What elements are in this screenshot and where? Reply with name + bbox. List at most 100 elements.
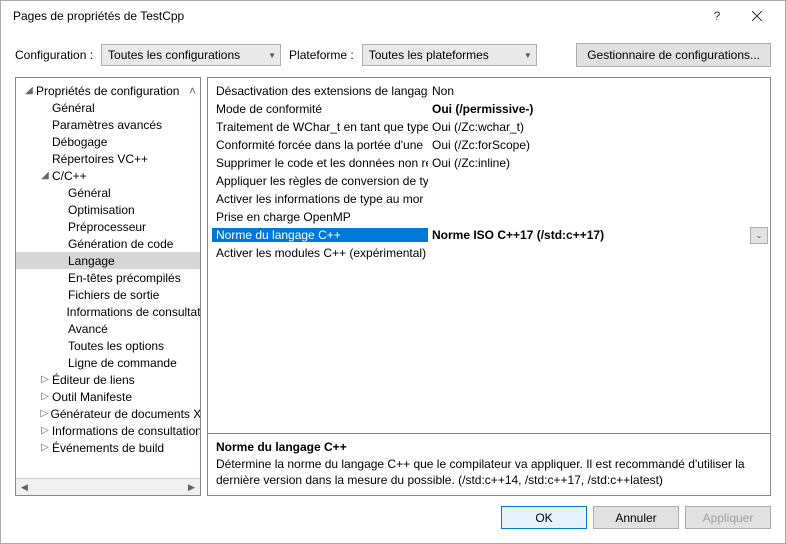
expand-closed-icon[interactable]: ▷ <box>38 374 52 385</box>
tree-item-label: Événements de build <box>52 441 164 455</box>
nav-tree[interactable]: ˄◢Propriétés de configurationGénéralPara… <box>15 77 201 496</box>
tree-item-label: Débogage <box>52 135 107 149</box>
property-row[interactable]: Traitement de WChar_t en tant que typeOu… <box>212 118 768 136</box>
tree-item-label: Outil Manifeste <box>52 390 132 404</box>
tree-item-label: Préprocesseur <box>68 220 146 234</box>
property-name: Activer les informations de type au mor <box>212 192 428 206</box>
tree-item-label: C/C++ <box>52 169 87 183</box>
close-button[interactable] <box>737 1 777 31</box>
expand-closed-icon[interactable]: ▷ <box>38 408 51 419</box>
tree-item[interactable]: En-têtes précompilés <box>16 269 200 286</box>
config-value: Toutes les configurations <box>108 48 240 62</box>
tree-item[interactable]: ▷Générateur de documents XML <box>16 405 200 422</box>
scroll-right-icon[interactable]: ▶ <box>183 479 200 496</box>
property-name: Norme du langage C++ <box>212 228 428 242</box>
tree-item[interactable]: ◢C/C++ <box>16 167 200 184</box>
apply-button[interactable]: Appliquer <box>685 506 771 529</box>
tree-item-label: Général <box>68 186 111 200</box>
tree-item-label: Toutes les options <box>68 339 164 353</box>
property-name: Appliquer les règles de conversion de ty <box>212 174 428 188</box>
cancel-button[interactable]: Annuler <box>593 506 679 529</box>
platform-combo[interactable]: Toutes les plateformes ▼ <box>362 44 537 66</box>
property-row[interactable]: Activer les informations de type au mor <box>212 190 768 208</box>
property-row[interactable]: Appliquer les règles de conversion de ty <box>212 172 768 190</box>
description-text: Détermine la norme du langage C++ que le… <box>216 456 762 488</box>
expand-open-icon[interactable]: ◢ <box>22 85 36 96</box>
tree-item-label: Optimisation <box>68 203 135 217</box>
property-row[interactable]: Mode de conformitéOui (/permissive-) <box>212 100 768 118</box>
property-grid[interactable]: Désactivation des extensions de langageN… <box>208 78 770 433</box>
tree-item[interactable]: ˄ ◢Propriétés de configuration <box>16 82 200 99</box>
tree-item-label: En-têtes précompilés <box>68 271 181 285</box>
tree-item[interactable]: Toutes les options <box>16 337 200 354</box>
tree-item[interactable]: ▷Événements de build <box>16 439 200 456</box>
property-value[interactable]: Non <box>428 84 768 98</box>
property-value[interactable]: Norme ISO C++17 (/std:c++17) <box>428 228 750 242</box>
config-combo[interactable]: Toutes les configurations ▼ <box>101 44 281 66</box>
tree-item-label: Général <box>52 101 95 115</box>
property-value[interactable]: Oui (/Zc:inline) <box>428 156 768 170</box>
tree-item-label: Ligne de commande <box>68 356 177 370</box>
tree-item-label: Avancé <box>68 322 108 336</box>
property-row[interactable]: Conformité forcée dans la portée d'uneOu… <box>212 136 768 154</box>
tree-item-label: Propriétés de configuration <box>36 84 179 98</box>
expand-closed-icon[interactable]: ▷ <box>38 425 52 436</box>
property-name: Activer les modules C++ (expérimental) <box>212 246 428 260</box>
tree-item-label: Répertoires VC++ <box>52 152 148 166</box>
property-name: Supprimer le code et les données non ré <box>212 156 428 170</box>
tree-item[interactable]: Répertoires VC++ <box>16 150 200 167</box>
property-row[interactable]: Supprimer le code et les données non réO… <box>212 154 768 172</box>
property-name: Traitement de WChar_t en tant que type <box>212 120 428 134</box>
tree-item-label: Générateur de documents XML <box>51 407 201 421</box>
description-panel: Norme du langage C++ Détermine la norme … <box>208 433 770 495</box>
tree-item[interactable]: ▷Outil Manifeste <box>16 388 200 405</box>
tree-item-label: Éditeur de liens <box>52 373 135 387</box>
chevron-down-icon: ▼ <box>524 51 532 60</box>
close-icon <box>752 11 762 21</box>
config-label: Configuration : <box>15 48 93 62</box>
property-value[interactable]: Oui (/permissive-) <box>428 102 768 116</box>
property-row[interactable]: Prise en charge OpenMP <box>212 208 768 226</box>
platform-value: Toutes les plateformes <box>369 48 489 62</box>
tree-item-label: Génération de code <box>68 237 173 251</box>
tree-item[interactable]: ▷Informations de consultation <box>16 422 200 439</box>
property-value[interactable]: Oui (/Zc:forScope) <box>428 138 768 152</box>
tree-item[interactable]: Génération de code <box>16 235 200 252</box>
expand-closed-icon[interactable]: ▷ <box>38 442 52 453</box>
help-button[interactable]: ? <box>697 1 737 31</box>
description-title: Norme du langage C++ <box>216 440 762 454</box>
property-value[interactable]: Oui (/Zc:wchar_t) <box>428 120 768 134</box>
expand-open-icon[interactable]: ◢ <box>38 170 52 181</box>
property-row[interactable]: Désactivation des extensions de langageN… <box>212 82 768 100</box>
tree-item[interactable]: Général <box>16 184 200 201</box>
dropdown-button[interactable]: ⌄ <box>750 227 768 244</box>
tree-item[interactable]: Avancé <box>16 320 200 337</box>
tree-item[interactable]: Optimisation <box>16 201 200 218</box>
ok-button[interactable]: OK <box>501 506 587 529</box>
tree-item[interactable]: Fichiers de sortie <box>16 286 200 303</box>
tree-item-label: Informations de consultation <box>66 305 200 319</box>
scroll-left-icon[interactable]: ◀ <box>16 479 33 496</box>
property-row[interactable]: Activer les modules C++ (expérimental) <box>212 244 768 262</box>
tree-item[interactable]: Général <box>16 99 200 116</box>
tree-item-label: Paramètres avancés <box>52 118 162 132</box>
tree-item-label: Langage <box>68 254 115 268</box>
property-row[interactable]: Norme du langage C++Norme ISO C++17 (/st… <box>212 226 768 244</box>
property-name: Mode de conformité <box>212 102 428 116</box>
tree-item[interactable]: Préprocesseur <box>16 218 200 235</box>
expand-closed-icon[interactable]: ▷ <box>38 391 52 402</box>
property-name: Conformité forcée dans la portée d'une <box>212 138 428 152</box>
tree-item[interactable]: Ligne de commande <box>16 354 200 371</box>
tree-item[interactable]: ▷Éditeur de liens <box>16 371 200 388</box>
tree-hscrollbar[interactable]: ◀ ▶ <box>16 478 200 495</box>
chevron-down-icon: ▼ <box>268 51 276 60</box>
tree-item-label: Fichiers de sortie <box>68 288 159 302</box>
tree-item[interactable]: Langage <box>16 252 200 269</box>
tree-item[interactable]: Débogage <box>16 133 200 150</box>
window-title: Pages de propriétés de TestCpp <box>9 9 697 23</box>
config-manager-button[interactable]: Gestionnaire de configurations... <box>576 43 771 67</box>
scroll-up-icon[interactable]: ˄ <box>189 84 196 98</box>
tree-item[interactable]: Informations de consultation <box>16 303 200 320</box>
tree-item[interactable]: Paramètres avancés <box>16 116 200 133</box>
property-name: Prise en charge OpenMP <box>212 210 428 224</box>
